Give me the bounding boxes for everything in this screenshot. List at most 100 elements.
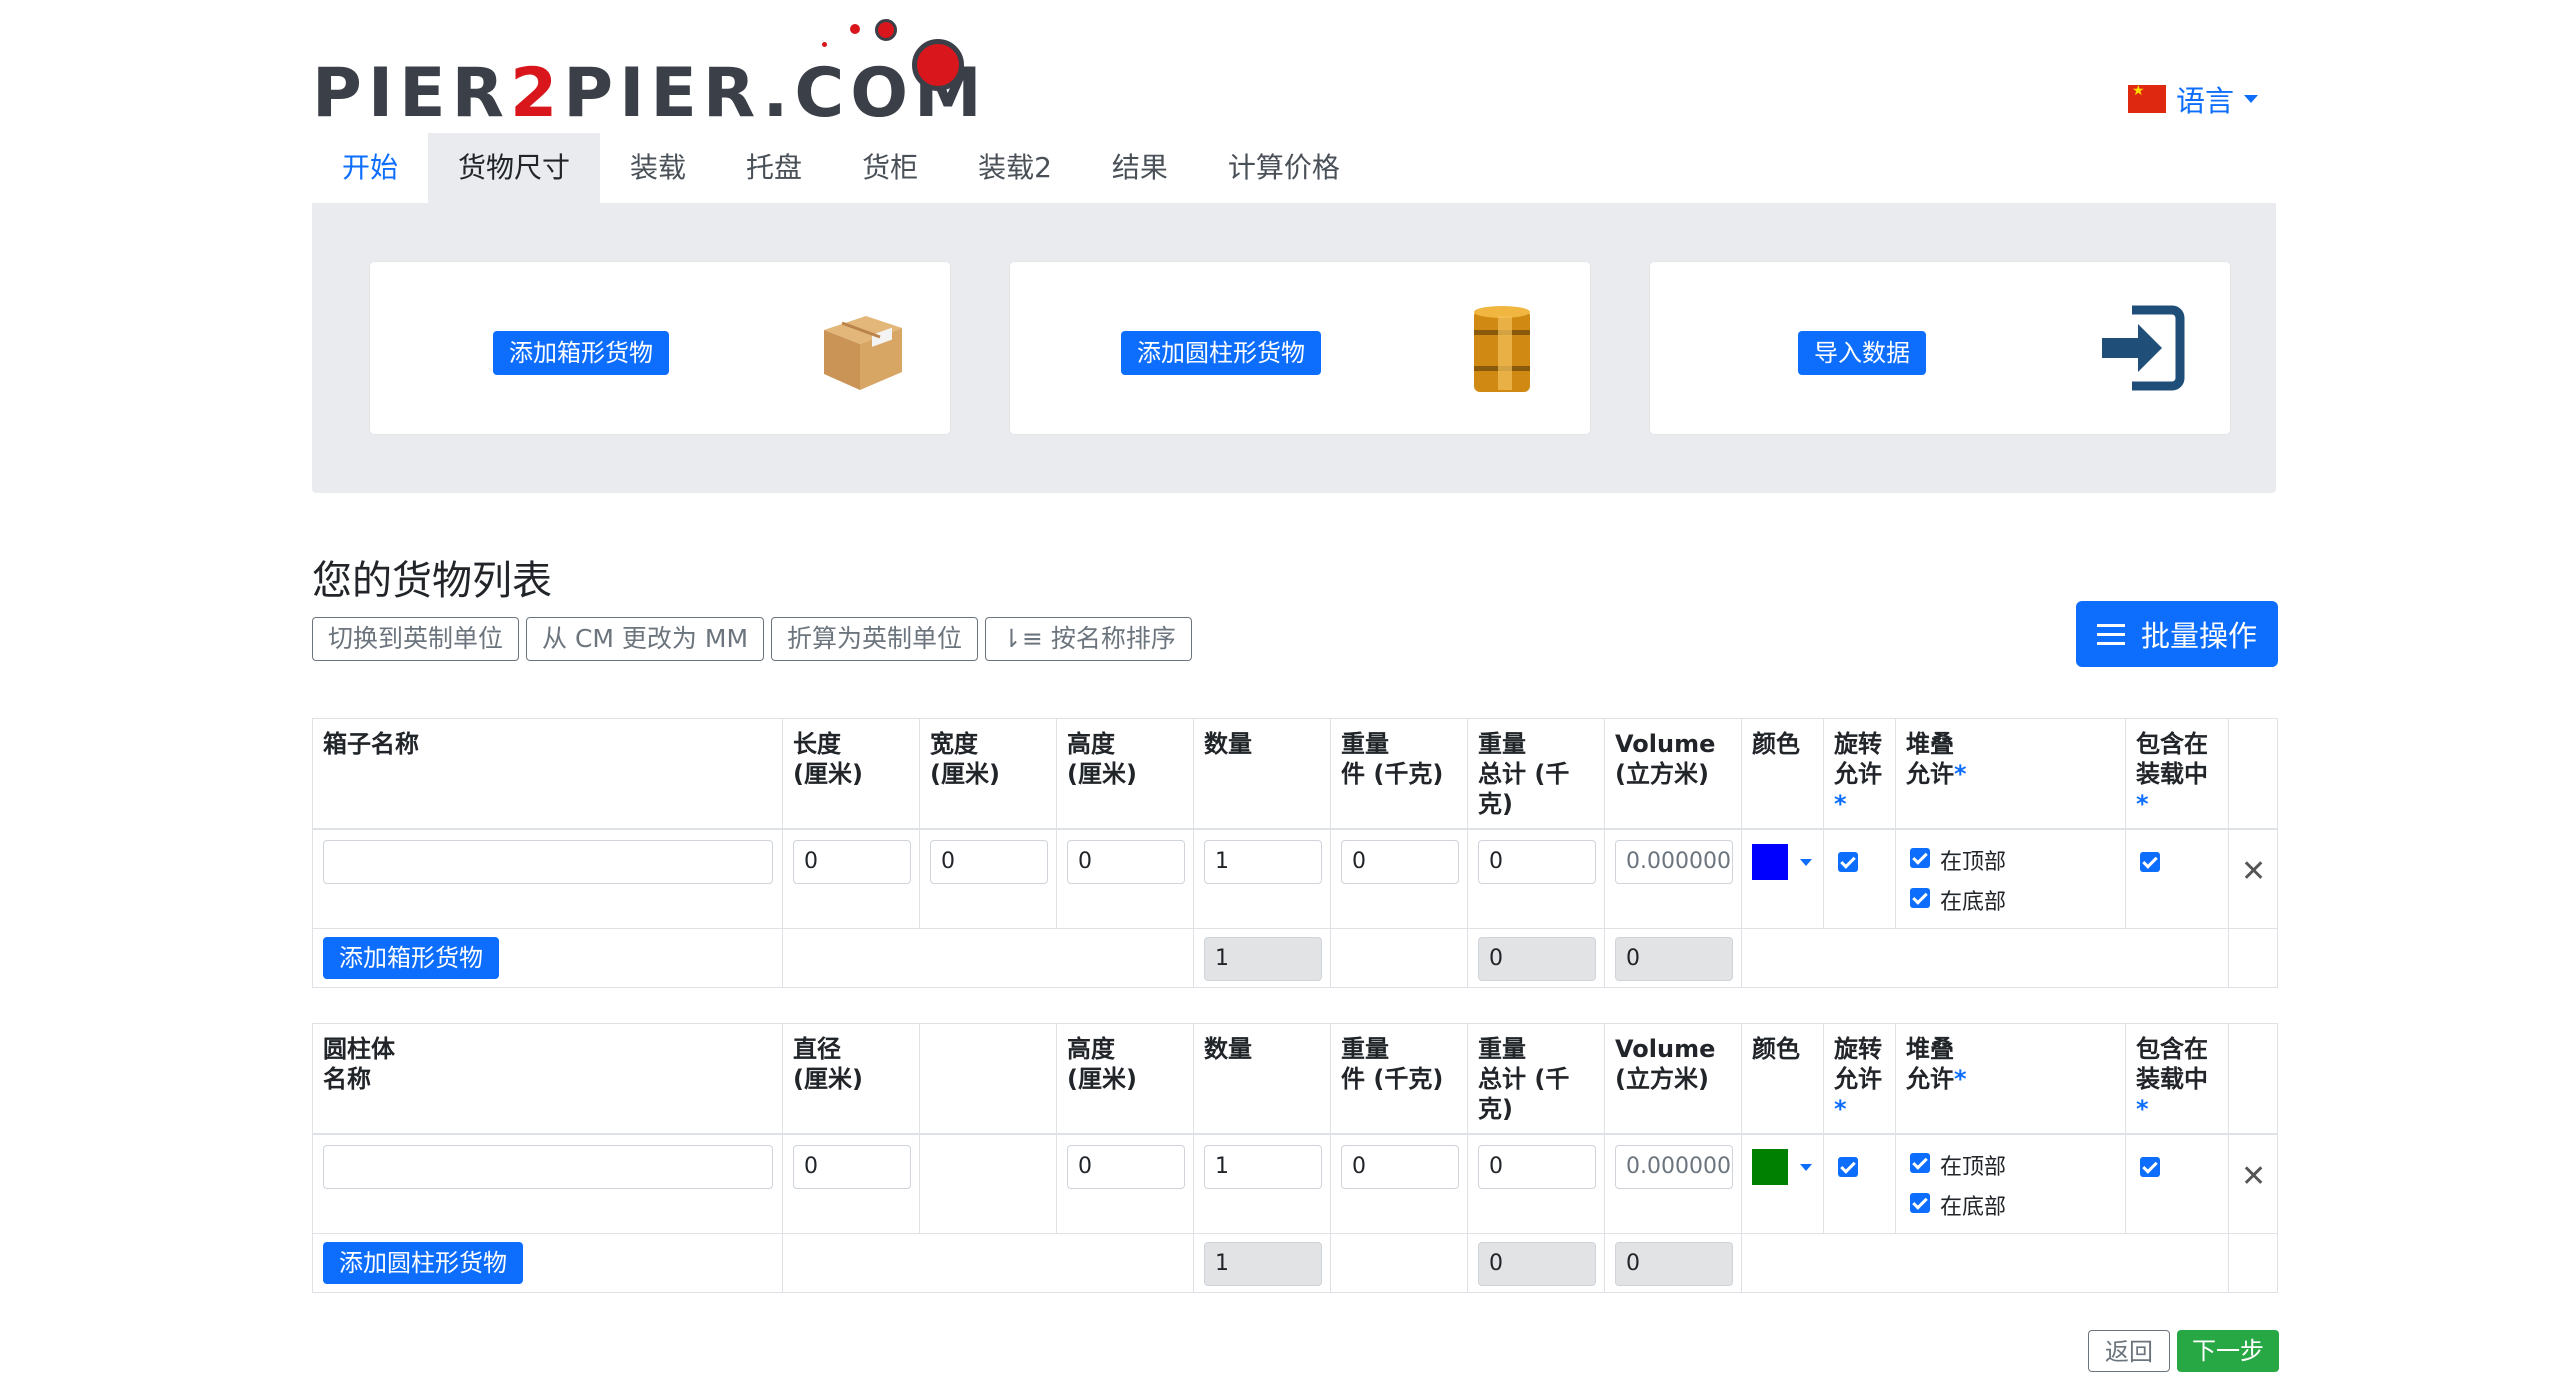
add-cargo-panel: 添加箱形货物 添加圆柱形货物 导入数据: [312, 203, 2276, 493]
col-rotate: 旋转 允许 *: [1823, 1024, 1895, 1133]
delete-row-icon[interactable]: ✕: [2241, 854, 2266, 889]
col-weight-total: 重量 总计 (千 克): [1467, 1024, 1604, 1133]
site-logo[interactable]: PIER2PIER.COM: [312, 14, 982, 128]
stack-bottom-label: 在底部: [1940, 890, 2007, 915]
sort-icon: ⇂≡: [1001, 624, 1051, 653]
cyl-qty-total: 1: [1204, 1242, 1322, 1286]
cyl-height-input[interactable]: 0: [1067, 1145, 1185, 1189]
box-name-input[interactable]: [323, 840, 773, 884]
col-color: 颜色: [1741, 719, 1823, 828]
tab-loading2[interactable]: 装载2: [948, 133, 1082, 203]
box-width-input[interactable]: 0: [930, 840, 1048, 884]
cyl-include-checkbox[interactable]: [2140, 1157, 2160, 1177]
import-icon: [2102, 305, 2185, 391]
box-stack-top-checkbox[interactable]: [1910, 848, 1930, 868]
tab-pallet[interactable]: 托盘: [716, 133, 832, 203]
cyl-data-row: 0 0 1 0 0 0.000000 在顶部 在底部 ✕: [312, 1135, 2278, 1234]
cargo-list-title: 您的货物列表: [312, 558, 552, 604]
add-box-row-button[interactable]: 添加箱形货物: [323, 937, 499, 979]
menu-icon: [2096, 623, 2125, 645]
tab-cargo-size[interactable]: 货物尺寸: [428, 133, 601, 203]
back-button[interactable]: 返回: [2088, 1330, 2170, 1372]
cyl-color-picker[interactable]: [1741, 1135, 1823, 1233]
cyl-volume-sum: 0: [1615, 1242, 1733, 1286]
convert-imperial-button[interactable]: 折算为英制单位: [771, 617, 979, 661]
col-quantity: 数量: [1193, 719, 1330, 828]
import-data-button[interactable]: 导入数据: [1798, 331, 1926, 375]
caret-down-icon: [1800, 1164, 1812, 1171]
col-weight-total: 重量 总计 (千 克): [1467, 719, 1604, 828]
box-weight-total-input[interactable]: 0: [1478, 840, 1596, 884]
box-volume-sum: 0: [1615, 937, 1733, 981]
cm-to-mm-button[interactable]: 从 CM 更改为 MM: [526, 617, 765, 661]
language-dropdown[interactable]: 语言: [2128, 78, 2259, 120]
col-include: 包含在 装载中*: [2125, 719, 2228, 828]
language-label: 语言: [2176, 84, 2235, 118]
col-volume: Volume (立方米): [1604, 719, 1741, 828]
sort-by-name-button[interactable]: ⇂≡ 按名称排序: [985, 617, 1192, 661]
barrel-icon: [1474, 306, 1530, 392]
cyl-name-input[interactable]: [323, 1145, 773, 1189]
china-flag-icon: [2128, 83, 2166, 113]
col-weight-piece: 重量件 (千克): [1330, 1024, 1467, 1133]
col-height: 高度 (厘米): [1056, 719, 1193, 828]
import-data-card: 导入数据: [1650, 262, 2230, 434]
cyl-stack-bottom-checkbox[interactable]: [1910, 1193, 1930, 1213]
cyl-stack-top-checkbox[interactable]: [1910, 1153, 1930, 1173]
col-rotate: 旋转 允许 *: [1823, 719, 1895, 828]
box-weight-piece-input[interactable]: 0: [1341, 840, 1459, 884]
cyl-weight-piece-input[interactable]: 0: [1341, 1145, 1459, 1189]
col-cyl-name: 圆柱体 名称: [312, 1024, 782, 1133]
box-length-input[interactable]: 0: [793, 840, 911, 884]
col-include: 包含在 装载中*: [2125, 1024, 2228, 1133]
tab-start[interactable]: 开始: [312, 133, 428, 203]
cyl-header-row: 圆柱体 名称 直径 (厘米) 高度 (厘米) 数量 重量件 (千克) 重量 总计 (千克…: [312, 1024, 2278, 1135]
box-header-row: 箱子名称 长度 (厘米) 宽度 (厘米) 高度 (厘米) 数量 重量件 (千克) 重量…: [312, 719, 2278, 830]
box-weight-sum: 0: [1478, 937, 1596, 981]
tab-loading[interactable]: 装载: [600, 133, 716, 203]
delete-row-icon[interactable]: ✕: [2241, 1159, 2266, 1194]
list-toolbar: 切换到英制单位 从 CM 更改为 MM 折算为英制单位 ⇂≡ 按名称排序: [312, 617, 1192, 661]
col-stack: 堆叠 允许*: [1895, 719, 2125, 828]
switch-imperial-button[interactable]: 切换到英制单位: [312, 617, 520, 661]
box-quantity-input[interactable]: 1: [1204, 840, 1322, 884]
cyl-rotate-checkbox[interactable]: [1838, 1157, 1858, 1177]
box-rotate-checkbox[interactable]: [1838, 852, 1858, 872]
cylinder-cargo-table: 圆柱体 名称 直径 (厘米) 高度 (厘米) 数量 重量件 (千克) 重量 总计 (千克…: [312, 1023, 2278, 1293]
box-include-checkbox[interactable]: [2140, 852, 2160, 872]
logo-text: PIER2PIER.COM: [312, 54, 988, 133]
cyl-volume-input[interactable]: 0.000000: [1615, 1145, 1733, 1189]
col-length: 长度 (厘米): [782, 719, 919, 828]
col-diameter: 直径 (厘米): [782, 1024, 919, 1133]
box-cargo-table: 箱子名称 长度 (厘米) 宽度 (厘米) 高度 (厘米) 数量 重量件 (千克) 重量…: [312, 718, 2278, 988]
bulk-actions-button[interactable]: 批量操作: [2076, 601, 2278, 667]
cyl-diameter-input[interactable]: 0: [793, 1145, 911, 1189]
cardboard-box-icon: [824, 316, 902, 390]
add-cylinder-button[interactable]: 添加圆柱形货物: [1121, 331, 1321, 375]
color-swatch[interactable]: [1752, 1149, 1788, 1185]
box-color-picker[interactable]: [1741, 830, 1823, 928]
add-box-button[interactable]: 添加箱形货物: [493, 331, 669, 375]
col-quantity: 数量: [1193, 1024, 1330, 1133]
box-volume-input[interactable]: 0.000000: [1615, 840, 1733, 884]
col-color: 颜色: [1741, 1024, 1823, 1133]
stack-top-label: 在顶部: [1940, 850, 2007, 875]
col-stack: 堆叠 允许*: [1895, 1024, 2125, 1133]
cyl-footer-row: 添加圆柱形货物 1 0 0: [312, 1234, 2278, 1293]
col-volume: Volume (立方米): [1604, 1024, 1741, 1133]
box-stack-bottom-checkbox[interactable]: [1910, 888, 1930, 908]
cyl-weight-total-input[interactable]: 0: [1478, 1145, 1596, 1189]
box-height-input[interactable]: 0: [1067, 840, 1185, 884]
cyl-weight-sum: 0: [1478, 1242, 1596, 1286]
box-qty-total: 1: [1204, 937, 1322, 981]
add-box-card: 添加箱形货物: [370, 262, 950, 434]
tab-results[interactable]: 结果: [1082, 133, 1198, 203]
cyl-quantity-input[interactable]: 1: [1204, 1145, 1322, 1189]
tab-container[interactable]: 货柜: [832, 133, 948, 203]
next-step-button[interactable]: 下一步: [2177, 1330, 2279, 1372]
add-cylinder-row-button[interactable]: 添加圆柱形货物: [323, 1242, 523, 1284]
tab-price[interactable]: 计算价格: [1198, 133, 1370, 203]
color-swatch[interactable]: [1752, 844, 1788, 880]
caret-down-icon: [2244, 95, 2259, 103]
stack-bottom-label: 在底部: [1940, 1195, 2007, 1220]
